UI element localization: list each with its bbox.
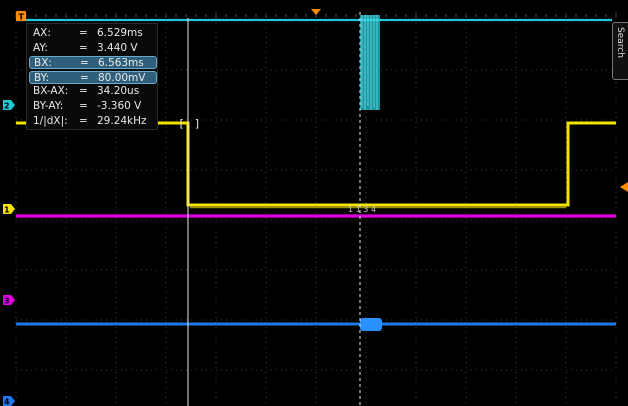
measurement-label: AY: bbox=[33, 41, 48, 54]
trigger-origin-label: T bbox=[19, 13, 25, 22]
measurement-value: -3.360 V bbox=[97, 100, 142, 112]
measurement-value: 80.00mV bbox=[98, 71, 146, 84]
ch1-marker[interactable]: 1 bbox=[3, 204, 15, 215]
ch2-marker[interactable]: 2 bbox=[3, 100, 15, 111]
ch4-burst bbox=[360, 318, 382, 331]
measurement-equals: = bbox=[79, 41, 88, 54]
measurement-label: BX: bbox=[34, 57, 52, 70]
measurement-row: AY: = 3.440 V bbox=[29, 42, 157, 55]
measurement-label: BY-AY: bbox=[33, 100, 64, 112]
measurement-equals: = bbox=[79, 114, 88, 127]
measurement-value: 34.20us bbox=[97, 85, 140, 98]
measurement-equals: = bbox=[80, 57, 89, 70]
measurement-row: BY-AY: = -3.360 V bbox=[29, 100, 157, 113]
center-label: 1 1 3 4 bbox=[348, 205, 376, 214]
measurement-label: AX: bbox=[33, 27, 51, 39]
measurement-value: 3.440 V bbox=[97, 41, 138, 54]
measurement-label: BY: bbox=[34, 71, 50, 84]
svg-text:1: 1 bbox=[4, 206, 10, 215]
measurement-value: 6.563ms bbox=[98, 57, 144, 70]
measurement-row: BX: = 6.563ms bbox=[29, 56, 157, 70]
svg-text:2: 2 bbox=[4, 102, 10, 111]
measurement-row: AX: = 6.529ms bbox=[29, 27, 157, 40]
svg-text:3: 3 bbox=[4, 297, 10, 306]
search-side-tab[interactable]: Search bbox=[612, 22, 628, 80]
ch3-marker[interactable]: 3 bbox=[3, 295, 15, 306]
measurement-label: 1/|dX|: bbox=[33, 114, 68, 127]
measurement-equals: = bbox=[79, 27, 88, 39]
measurement-row: BX-AX: = 34.20us bbox=[29, 85, 157, 98]
svg-text:4: 4 bbox=[4, 398, 10, 406]
measurement-value: 29.24kHz bbox=[97, 114, 147, 127]
measurement-value: 6.529ms bbox=[97, 27, 143, 39]
measurement-label: BX-AX: bbox=[33, 85, 69, 98]
cursor-bracket-right: ] bbox=[194, 117, 201, 130]
cursor-measurements-panel: AX: = 6.529ms AY: = 3.440 V BX: = 6.563ms BY: = 80.… bbox=[26, 23, 158, 130]
measurement-row: 1/|dX|: = 29.24kHz bbox=[29, 115, 157, 128]
measurement-equals: = bbox=[79, 85, 88, 98]
trigger-position-marker[interactable] bbox=[311, 9, 321, 15]
cursor-bracket-left: [ bbox=[178, 117, 185, 130]
measurement-equals: = bbox=[80, 71, 89, 84]
ch4-marker[interactable]: 4 bbox=[3, 396, 15, 406]
measurement-equals: = bbox=[79, 100, 88, 112]
measurement-row: BY: = 80.00mV bbox=[29, 70, 157, 84]
search-side-tab-label: Search bbox=[615, 27, 625, 58]
trigger-level-marker[interactable] bbox=[620, 182, 628, 192]
